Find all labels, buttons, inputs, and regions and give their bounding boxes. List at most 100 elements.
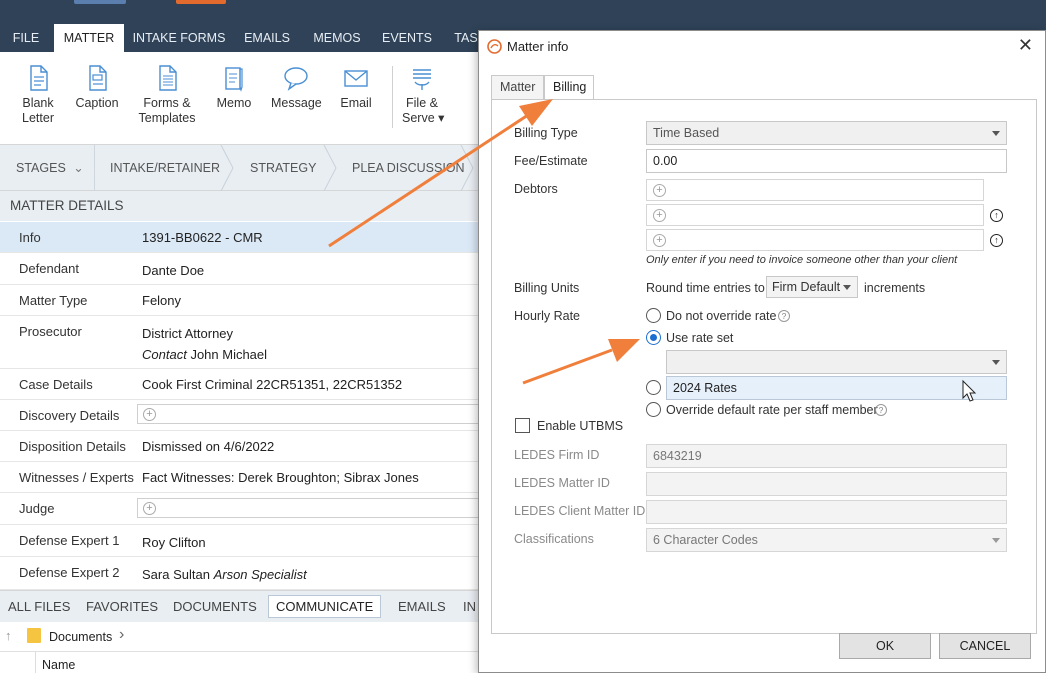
ok-button[interactable]: OK (839, 633, 931, 659)
caption-document-icon (89, 65, 107, 91)
billing-type-label: Billing Type (514, 126, 578, 140)
detail-row-defense-expert-2[interactable]: Defense Expert 2 Sara Sultan Arson Speci… (0, 557, 480, 590)
detail-row-discovery-details[interactable]: Discovery Details + (0, 400, 482, 431)
email-label: Email (340, 96, 372, 110)
tab-memos[interactable]: MEMOS (306, 24, 368, 52)
classifications-label: Classifications (514, 532, 594, 546)
classifications-value: 6 Character Codes (653, 533, 758, 547)
move-up-icon[interactable]: ↑ (990, 209, 1003, 222)
detail-label: Judge (19, 501, 55, 516)
billing-type-select[interactable]: Time Based (646, 121, 1007, 145)
add-icon[interactable]: + (653, 209, 666, 222)
detail-row-defendant[interactable]: Defendant Dante Doe (0, 253, 480, 285)
use-rate-set-label[interactable]: Use rate set (666, 331, 733, 345)
message-button[interactable]: Message (271, 64, 322, 111)
per-staff-label[interactable]: Override default rate per staff member (666, 403, 878, 417)
speech-bubble-icon (284, 67, 308, 91)
debtor-input-1[interactable]: + (646, 179, 984, 201)
forms-templates-button[interactable]: Forms & Templates (138, 64, 196, 126)
caption-button[interactable]: Caption (74, 64, 120, 111)
matter-info-dialog: Matter info ✕ Matter Billing Billing Typ… (478, 30, 1046, 673)
tab-more[interactable]: IN (463, 599, 476, 614)
billing-units-prefix: Round time entries to (646, 281, 765, 295)
ledes-firm-value: 6843219 (653, 449, 702, 463)
debtors-note: Only enter if you need to invoice someon… (646, 254, 958, 266)
tab-events[interactable]: EVENTS (376, 24, 438, 52)
tab-favorites[interactable]: FAVORITES (86, 599, 158, 614)
title-bar-button-accent[interactable] (176, 0, 226, 4)
add-icon[interactable]: + (143, 408, 156, 421)
debtor-input-2[interactable]: + (646, 204, 984, 226)
rate-set-option-radio[interactable] (646, 380, 661, 395)
rate-set-option-2024[interactable]: 2024 Rates (666, 376, 1007, 400)
enable-utbms-label[interactable]: Enable UTBMS (537, 419, 623, 433)
detail-row-info[interactable]: Info 1391-BB0622 - CMR (0, 222, 480, 253)
detail-label: Case Details (19, 377, 93, 392)
detail-label: Discovery Details (19, 408, 120, 423)
billing-units-select[interactable]: Firm Default (766, 276, 858, 298)
cancel-button[interactable]: CANCEL (939, 633, 1031, 659)
no-override-label[interactable]: Do not override rate (666, 309, 776, 323)
tab-emails-files[interactable]: EMAILS (398, 599, 446, 614)
discovery-details-input[interactable]: + (137, 404, 482, 424)
detail-row-defense-expert-1[interactable]: Defense Expert 1 Roy Clifton (0, 525, 480, 557)
file-serve-label: File & Serve ▾ (402, 96, 445, 125)
help-icon[interactable]: ? (875, 404, 887, 416)
stage-strategy[interactable]: STRATEGY (250, 145, 316, 191)
detail-row-witnesses-experts[interactable]: Witnesses / Experts Fact Witnesses: Dere… (0, 462, 480, 493)
add-icon[interactable]: + (143, 502, 156, 515)
debtors-label: Debtors (514, 182, 558, 196)
ledes-client-matter-label: LEDES Client Matter ID (514, 504, 646, 518)
judge-input[interactable]: + (137, 498, 482, 518)
help-icon[interactable]: ? (778, 310, 790, 322)
title-bar-button[interactable] (74, 0, 126, 4)
classifications-select[interactable]: 6 Character Codes (646, 528, 1007, 552)
memo-icon (225, 67, 243, 92)
stage-intake-retainer[interactable]: INTAKE/RETAINER (110, 145, 220, 191)
detail-value: Roy Clifton (142, 535, 206, 550)
detail-value: Cook First Criminal 22CR51351, 22CR51352 (142, 377, 403, 392)
tab-file[interactable]: FILE (0, 24, 52, 52)
detail-row-disposition-details[interactable]: Disposition Details Dismissed on 4/6/202… (0, 431, 480, 462)
up-arrow-icon[interactable]: ↑ (5, 628, 12, 643)
column-name[interactable]: Name (42, 658, 75, 672)
tab-communicate[interactable]: COMMUNICATE (268, 595, 382, 618)
ledes-client-matter-input[interactable] (646, 500, 1007, 524)
detail-value: 1391-BB0622 - CMR (142, 230, 263, 245)
memo-button[interactable]: Memo (214, 64, 254, 111)
detail-row-case-details[interactable]: Case Details Cook First Criminal 22CR513… (0, 369, 480, 400)
tab-emails[interactable]: EMAILS (236, 24, 298, 52)
ledes-firm-input[interactable]: 6843219 (646, 444, 1007, 468)
detail-label: Defendant (19, 261, 79, 276)
memo-label: Memo (216, 96, 252, 110)
use-rate-set-radio[interactable] (646, 330, 661, 345)
detail-row-matter-type[interactable]: Matter Type Felony (0, 285, 480, 316)
billing-type-value: Time Based (653, 126, 720, 140)
fee-estimate-input[interactable]: 0.00 (646, 149, 1007, 173)
tab-all-files[interactable]: ALL FILES (8, 599, 70, 614)
tab-documents[interactable]: DOCUMENTS (173, 599, 257, 614)
ledes-matter-input[interactable] (646, 472, 1007, 496)
blank-letter-button[interactable]: Blank Letter (18, 64, 58, 126)
stages-dropdown[interactable]: STAGES ⌄ (16, 145, 84, 191)
debtor-input-3[interactable]: + (646, 229, 984, 251)
tab-matter[interactable]: MATTER (54, 24, 124, 52)
rate-set-select[interactable] (666, 350, 1007, 374)
path-folder[interactable]: Documents (49, 630, 112, 644)
file-serve-button[interactable]: File & Serve ▾ (402, 64, 445, 126)
add-icon[interactable]: + (653, 234, 666, 247)
tab-intake-forms[interactable]: INTAKE FORMS (130, 24, 228, 52)
email-button[interactable]: Email (338, 64, 374, 111)
fee-estimate-value: 0.00 (653, 154, 678, 168)
detail-row-prosecutor[interactable]: Prosecutor District Attorney Contact Joh… (0, 316, 480, 369)
move-up-icon[interactable]: ↑ (990, 234, 1003, 247)
add-icon[interactable]: + (653, 184, 666, 197)
no-override-radio[interactable] (646, 308, 661, 323)
stage-plea-discussion[interactable]: PLEA DISCUSSION (352, 145, 465, 191)
chevron-right-icon[interactable]: › (119, 626, 124, 644)
per-staff-radio[interactable] (646, 402, 661, 417)
prosecutor-contact: Contact John Michael (142, 347, 267, 362)
detail-row-judge[interactable]: Judge + (0, 493, 482, 525)
enable-utbms-checkbox[interactable] (515, 418, 530, 433)
detail-value: Fact Witnesses: Derek Broughton; Sibrax … (142, 470, 419, 485)
